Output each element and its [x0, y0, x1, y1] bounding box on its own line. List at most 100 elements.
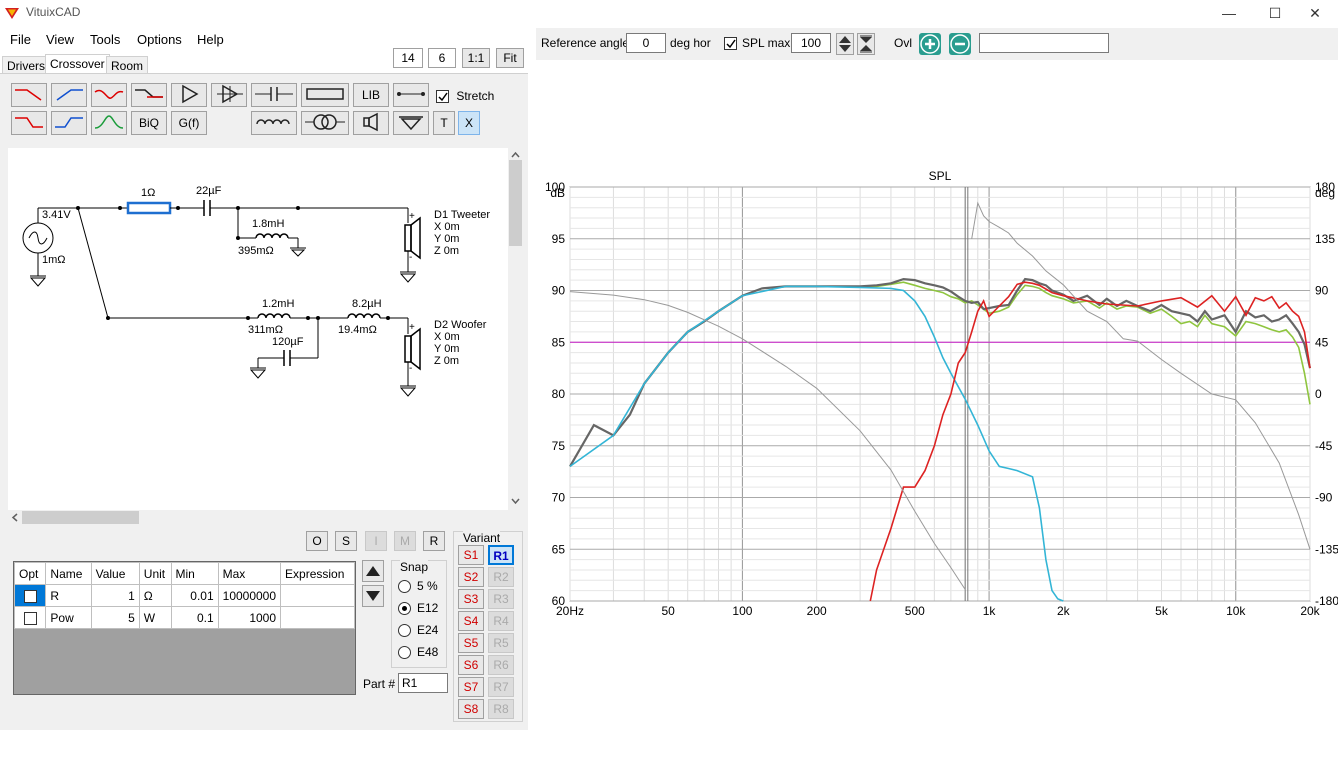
- zoom-1to1-button[interactable]: 1:1: [462, 48, 490, 68]
- variant-s1[interactable]: S1: [458, 545, 484, 565]
- notch-button[interactable]: [91, 83, 127, 107]
- zoom-value-2[interactable]: 6: [428, 48, 456, 68]
- name-cell[interactable]: Pow: [45, 606, 92, 629]
- menu-view[interactable]: View: [46, 32, 74, 47]
- highpass-1st-button[interactable]: [51, 83, 87, 107]
- variant-s5[interactable]: S5: [458, 633, 484, 653]
- snap-radio-e12[interactable]: [398, 602, 411, 615]
- wire-button[interactable]: [393, 83, 429, 107]
- variant-r6[interactable]: R6: [488, 655, 514, 675]
- variant-r4[interactable]: R4: [488, 611, 514, 631]
- buffer-button[interactable]: [171, 83, 207, 107]
- variant-r2[interactable]: R2: [488, 567, 514, 587]
- col-max[interactable]: Max: [217, 562, 282, 585]
- inductor-l2[interactable]: [257, 313, 291, 319]
- menu-file[interactable]: File: [10, 32, 31, 47]
- lowpass-2nd-button[interactable]: [11, 111, 47, 135]
- variant-r3[interactable]: R3: [488, 589, 514, 609]
- schematic-horizontal-scrollbar[interactable]: [8, 510, 508, 525]
- value-cell[interactable]: 1: [90, 584, 140, 607]
- zoom-fit-button[interactable]: Fit: [496, 48, 524, 68]
- opt-cell[interactable]: [13, 584, 47, 607]
- highpass-2nd-button[interactable]: [51, 111, 87, 135]
- col-unit[interactable]: Unit: [138, 562, 172, 585]
- gain-function-button[interactable]: G(f): [171, 111, 207, 135]
- inductor-l3[interactable]: [347, 313, 381, 319]
- opamp-button[interactable]: [211, 83, 247, 107]
- minimize-button[interactable]: —: [1206, 0, 1252, 26]
- optimize-i-button[interactable]: I: [365, 531, 387, 551]
- schematic-vertical-scrollbar[interactable]: [508, 148, 523, 510]
- inductor-button[interactable]: [251, 111, 297, 135]
- ground-button[interactable]: [393, 111, 429, 135]
- min-cell[interactable]: 0.01: [170, 584, 219, 607]
- menu-options[interactable]: Options: [137, 32, 182, 47]
- unit-cell[interactable]: W: [138, 606, 172, 629]
- col-min[interactable]: Min: [170, 562, 219, 585]
- move-down-button[interactable]: [362, 585, 384, 607]
- name-cell[interactable]: R: [45, 584, 92, 607]
- text-button[interactable]: T: [433, 111, 455, 135]
- value-cell[interactable]: 5: [90, 606, 140, 629]
- opt-checkbox[interactable]: [23, 589, 37, 603]
- transformer-button[interactable]: [301, 111, 349, 135]
- overlay-remove-button[interactable]: [949, 33, 971, 55]
- lowpass-1st-button[interactable]: [11, 83, 47, 107]
- resistor-button[interactable]: [301, 83, 349, 107]
- bandpass-button[interactable]: [91, 111, 127, 135]
- menu-tools[interactable]: Tools: [90, 32, 120, 47]
- close-button[interactable]: ✕: [1292, 0, 1338, 26]
- variant-r1[interactable]: R1: [488, 545, 514, 565]
- variant-s3[interactable]: S3: [458, 589, 484, 609]
- variant-s6[interactable]: S6: [458, 655, 484, 675]
- stretch-check[interactable]: [436, 90, 449, 104]
- optimize-o-button[interactable]: O: [306, 531, 328, 551]
- schematic-canvas[interactable]: 3.41V 1mΩ 1Ω 22µF 1.8mH 395mΩ 1.2mH 311m…: [8, 148, 508, 510]
- move-up-button[interactable]: [362, 560, 384, 582]
- variant-s7[interactable]: S7: [458, 677, 484, 697]
- max-cell[interactable]: 10000000: [217, 584, 282, 607]
- expression-cell[interactable]: [280, 584, 355, 607]
- table-row[interactable]: Pow 5 W 0.1 1000: [13, 606, 355, 629]
- tweeter-symbol[interactable]: [410, 216, 421, 260]
- stretch-checkbox[interactable]: Stretch: [436, 89, 494, 104]
- variant-r5[interactable]: R5: [488, 633, 514, 653]
- inductor-l1[interactable]: [255, 233, 289, 239]
- tab-crossover[interactable]: Crossover: [45, 54, 110, 74]
- variant-s2[interactable]: S2: [458, 567, 484, 587]
- overlay-add-button[interactable]: [919, 33, 941, 55]
- driver-button[interactable]: [353, 111, 389, 135]
- snap-radio-e48[interactable]: [398, 646, 411, 659]
- snap-radio-5pct[interactable]: [398, 580, 411, 593]
- overlay-input[interactable]: [979, 33, 1109, 53]
- col-expression[interactable]: Expression: [280, 562, 355, 585]
- unit-cell[interactable]: Ω: [138, 584, 172, 607]
- part-number-input[interactable]: [398, 673, 448, 693]
- reference-angle-input[interactable]: 0: [626, 33, 666, 53]
- spl-chart[interactable]: SPLdB deg6065707580859095100-180-135-90-4…: [536, 168, 1338, 768]
- opt-cell[interactable]: [13, 606, 47, 629]
- optimize-m-button[interactable]: M: [394, 531, 416, 551]
- col-value[interactable]: Value: [90, 562, 140, 585]
- optimize-s-button[interactable]: S: [335, 531, 357, 551]
- max-cell[interactable]: 1000: [217, 606, 282, 629]
- min-cell[interactable]: 0.1: [170, 606, 219, 629]
- spl-max-checkbox[interactable]: [724, 37, 737, 50]
- expression-cell[interactable]: [280, 606, 355, 629]
- tab-drivers[interactable]: Drivers: [2, 56, 50, 74]
- variant-r8[interactable]: R8: [488, 699, 514, 719]
- x-button[interactable]: X: [458, 111, 480, 135]
- resistor-r1[interactable]: [126, 201, 172, 215]
- variant-s4[interactable]: S4: [458, 611, 484, 631]
- shelf-button[interactable]: [131, 83, 167, 107]
- optimize-r-button[interactable]: R: [423, 531, 445, 551]
- snap-radio-e24[interactable]: [398, 624, 411, 637]
- tab-room[interactable]: Room: [106, 56, 149, 74]
- spl-spin-button[interactable]: [836, 33, 854, 55]
- spl-max-input[interactable]: 100: [791, 33, 831, 53]
- opt-checkbox[interactable]: [23, 611, 37, 625]
- library-button[interactable]: LIB: [353, 83, 389, 107]
- menu-help[interactable]: Help: [197, 32, 224, 47]
- col-opt[interactable]: Opt: [13, 562, 47, 585]
- variant-r7[interactable]: R7: [488, 677, 514, 697]
